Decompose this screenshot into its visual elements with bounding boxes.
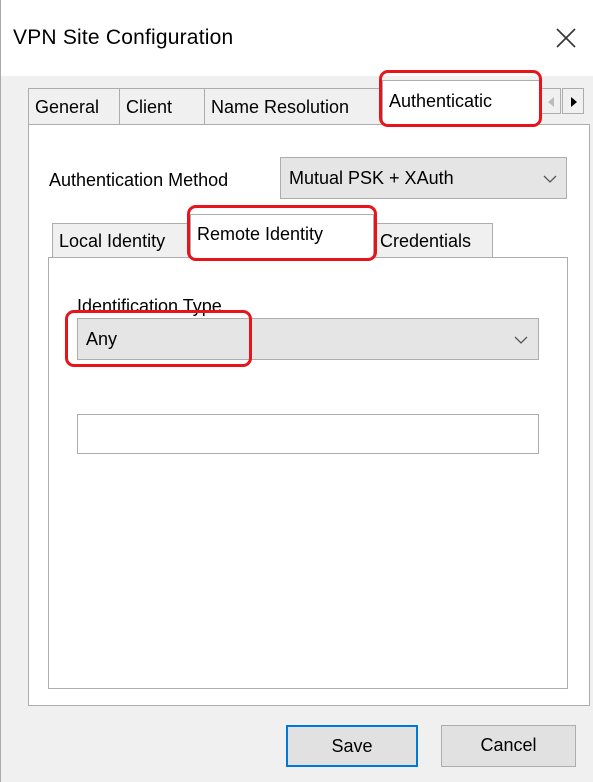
identification-type-select[interactable]: Any — [77, 318, 539, 360]
authentication-panel: Authentication Method Mutual PSK + XAuth… — [28, 124, 590, 706]
chevron-down-icon — [514, 336, 528, 344]
triangle-left-icon — [548, 97, 554, 107]
tab-label: Remote Identity — [197, 224, 324, 244]
tab-client[interactable]: Client — [119, 88, 205, 124]
authentication-method-label: Authentication Method — [49, 170, 229, 190]
save-button[interactable]: Save — [286, 725, 418, 767]
triangle-right-icon — [571, 97, 577, 107]
outer-tab-strip: General Client Name Resolution Authentic… — [28, 80, 588, 126]
title-bar: VPN Site Configuration — [1, 0, 593, 76]
tab-authentication[interactable]: Authenticatic — [382, 80, 540, 125]
tab-scroll-left-button[interactable] — [539, 88, 561, 114]
remote-identity-panel: Identification Type Any — [48, 257, 568, 689]
tab-label: Credentials — [380, 231, 472, 251]
authentication-method-value: Mutual PSK + XAuth — [289, 168, 454, 188]
identity-value-field[interactable] — [77, 414, 539, 454]
close-icon — [556, 28, 576, 48]
tab-label: Authenticatic — [389, 91, 493, 111]
window-title: VPN Site Configuration — [13, 26, 234, 49]
vpn-site-configuration-dialog: VPN Site Configuration General Client Na… — [0, 0, 593, 782]
tab-label: Local Identity — [59, 231, 166, 251]
chevron-down-icon — [543, 175, 557, 183]
tab-label: Name Resolution — [211, 97, 350, 117]
tab-name-resolution[interactable]: Name Resolution — [204, 88, 383, 124]
tab-local-identity[interactable]: Local Identity — [52, 223, 191, 257]
authentication-method-select[interactable]: Mutual PSK + XAuth — [280, 157, 567, 199]
identification-type-value: Any — [86, 329, 118, 349]
tab-label: General — [35, 97, 100, 117]
tab-credentials[interactable]: Credentials — [373, 223, 493, 257]
identification-type-label: Identification Type — [77, 296, 222, 316]
close-button[interactable] — [548, 20, 582, 54]
tab-label: Client — [126, 97, 173, 117]
cancel-button[interactable]: Cancel — [441, 725, 576, 767]
tab-remote-identity[interactable]: Remote Identity — [190, 214, 374, 258]
tab-general[interactable]: General — [28, 88, 120, 124]
tab-scroll-right-button[interactable] — [562, 88, 584, 114]
